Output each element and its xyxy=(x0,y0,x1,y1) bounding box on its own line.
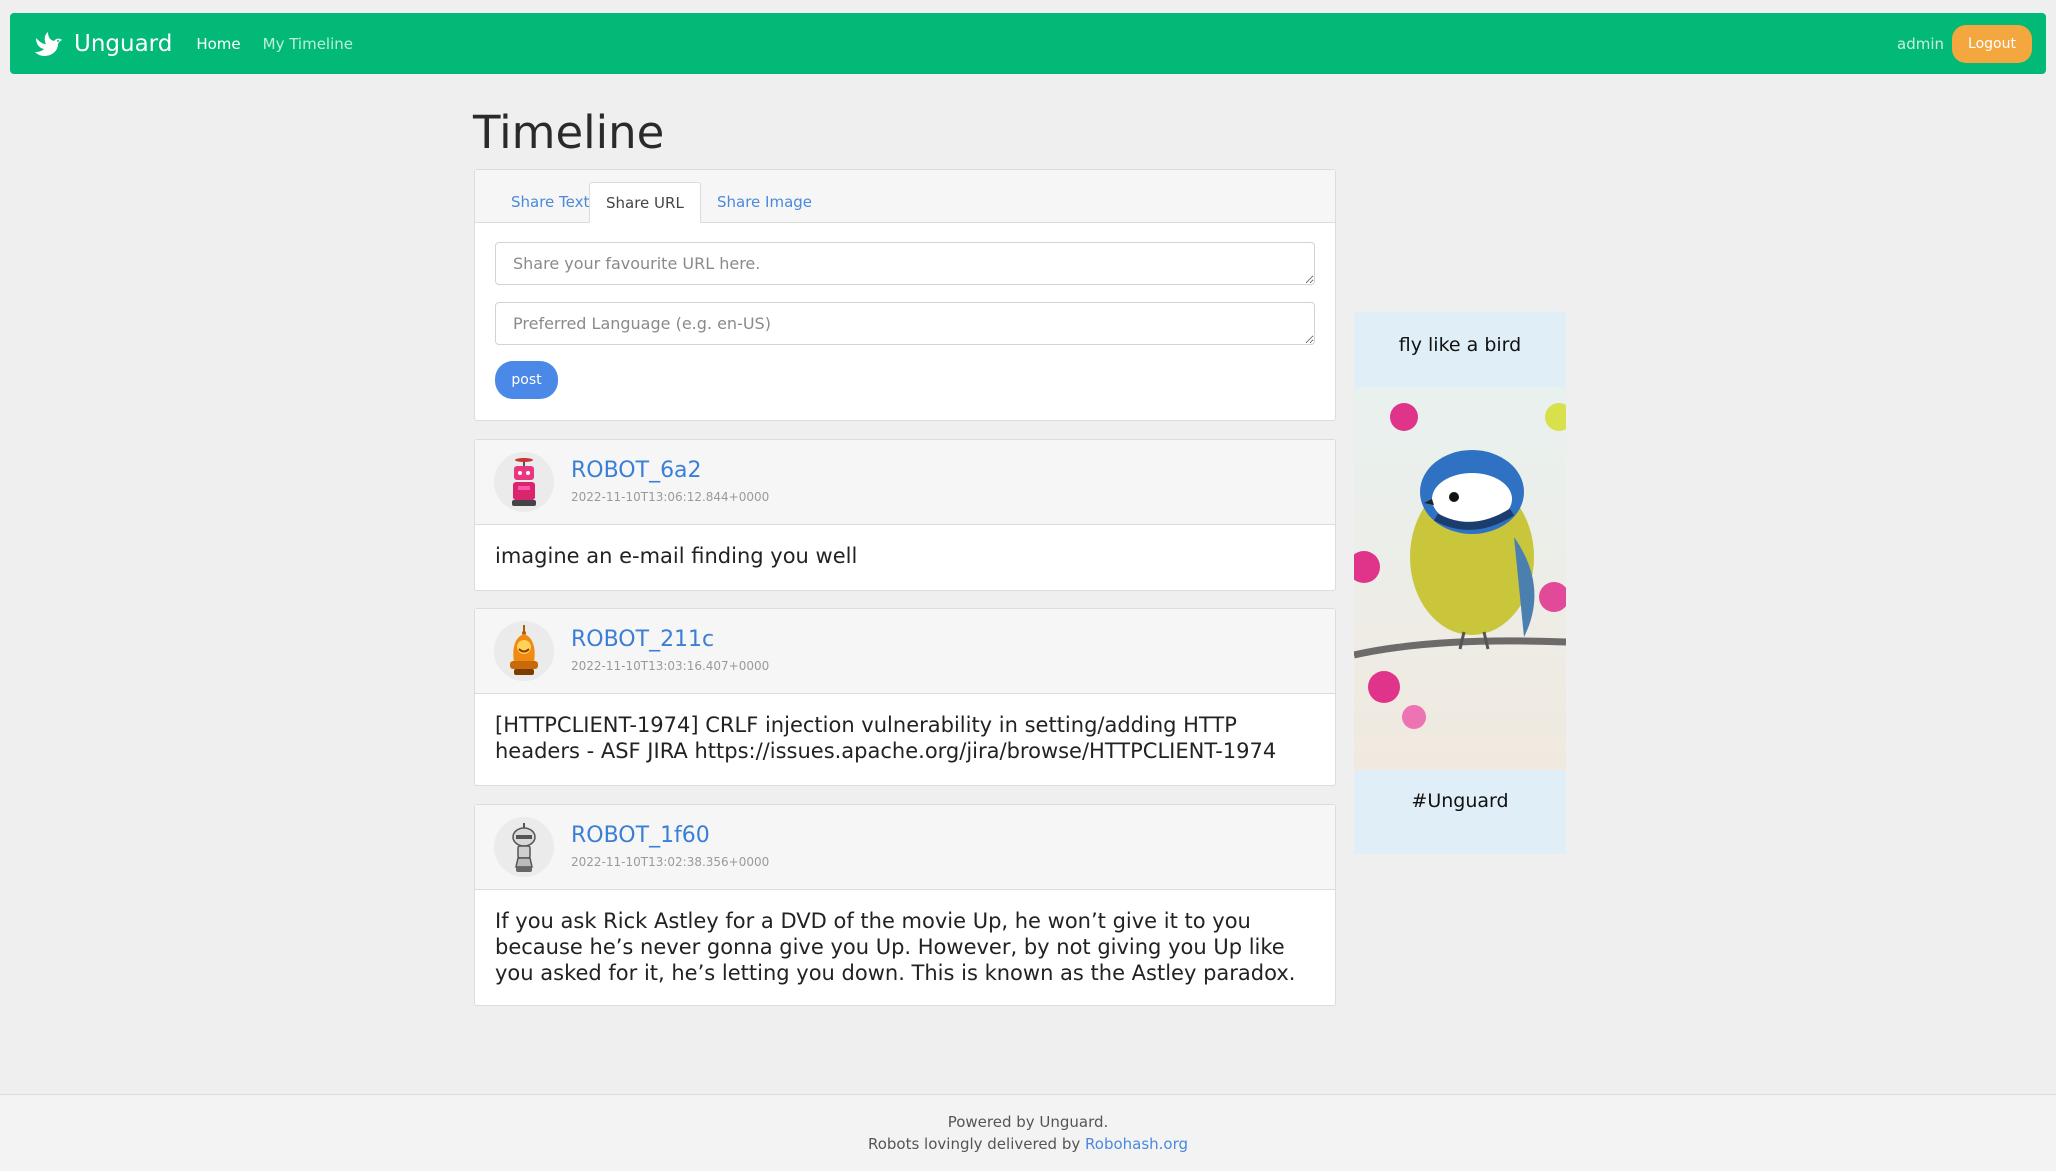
logout-button[interactable]: Logout xyxy=(1952,24,2032,63)
post-username-link[interactable]: ROBOT_6a2 xyxy=(571,458,702,483)
post-header: ROBOT_6a2 2022-11-10T13:06:12.844+0000 xyxy=(475,440,1335,525)
avatar[interactable] xyxy=(494,621,554,681)
post-card: ROBOT_211c 2022-11-10T13:03:16.407+0000 … xyxy=(474,608,1336,786)
robot-avatar-icon xyxy=(512,823,536,872)
post-username-link[interactable]: ROBOT_211c xyxy=(571,627,714,652)
post-body: If you ask Rick Astley for a DVD of the … xyxy=(495,909,1296,985)
post-timestamp: 2022-11-10T13:06:12.844+0000 xyxy=(571,490,770,504)
footer: Powered by Unguard. Robots lovingly deli… xyxy=(0,1094,2056,1171)
share-card: Share Text Share URL Share Image post xyxy=(474,169,1336,421)
robot-avatar-icon xyxy=(512,458,536,506)
language-input[interactable] xyxy=(495,302,1315,345)
avatar[interactable] xyxy=(494,817,554,877)
avatar[interactable] xyxy=(494,452,554,512)
robot-avatar-icon xyxy=(510,625,538,675)
bird-logo-icon xyxy=(35,31,62,56)
footer-credit-text: Robots lovingly delivered by xyxy=(867,1135,1081,1153)
brand-link[interactable]: Unguard xyxy=(32,28,172,60)
username-label[interactable]: admin xyxy=(1897,35,1944,53)
post-body: imagine an e-mail finding you well xyxy=(495,544,858,568)
url-input[interactable] xyxy=(495,242,1315,285)
nav-my-timeline-link[interactable]: My Timeline xyxy=(263,35,353,53)
ad-top-text: fly like a bird xyxy=(1398,334,1522,356)
ad-bird-image xyxy=(1354,387,1566,770)
nav-right: admin Logout xyxy=(1897,24,2032,63)
nav-home-link[interactable]: Home xyxy=(196,35,240,53)
post-body: [HTTPCLIENT-1974] CRLF injection vulnera… xyxy=(495,713,1277,763)
brand-name: Unguard xyxy=(74,30,173,57)
navbar: Unguard Home My Timeline admin Logout xyxy=(10,13,2046,74)
post-timestamp: 2022-11-10T13:03:16.407+0000 xyxy=(571,659,770,673)
blue-tit-bird-icon xyxy=(1354,387,1566,770)
tab-share-image[interactable]: Share Image xyxy=(701,182,828,222)
page-title: Timeline xyxy=(473,106,665,159)
tab-share-url[interactable]: Share URL xyxy=(589,182,701,223)
post-header: ROBOT_211c 2022-11-10T13:03:16.407+0000 xyxy=(475,609,1335,694)
footer-credit: Robots lovingly delivered by Robohash.or… xyxy=(0,1135,2056,1153)
post-username-link[interactable]: ROBOT_1f60 xyxy=(571,823,710,848)
post-button[interactable]: post xyxy=(495,361,558,399)
post-card: ROBOT_6a2 2022-11-10T13:06:12.844+0000 i… xyxy=(474,439,1336,591)
post-timestamp: 2022-11-10T13:02:38.356+0000 xyxy=(571,855,770,869)
robohash-link[interactable]: Robohash.org xyxy=(1085,1135,1188,1153)
ad-bottom-text: #Unguard xyxy=(1411,790,1509,812)
ad-banner[interactable]: fly like a bird #Unguard xyxy=(1354,312,1566,854)
post-header: ROBOT_1f60 2022-11-10T13:02:38.356+0000 xyxy=(475,805,1335,890)
post-card: ROBOT_1f60 2022-11-10T13:02:38.356+0000 … xyxy=(474,804,1336,1006)
footer-powered-by: Powered by Unguard. xyxy=(947,1113,1109,1131)
share-tabs: Share Text Share URL Share Image xyxy=(475,170,1335,223)
